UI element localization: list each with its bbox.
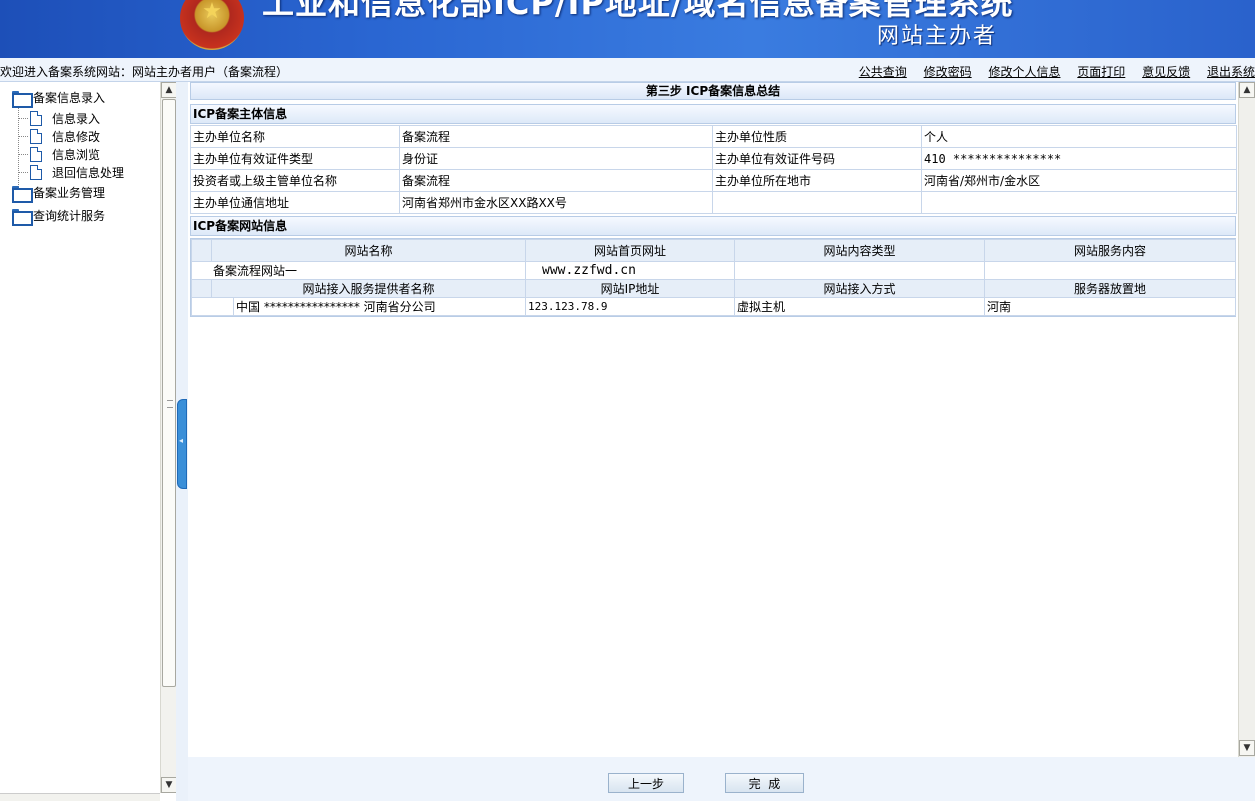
field-value: 身份证 xyxy=(399,147,713,170)
column-header: 网站首页网址 xyxy=(525,239,736,262)
field-value: 410 *************** xyxy=(921,147,1237,170)
field-value: 备案流程 xyxy=(399,125,713,148)
collapse-panel-handle[interactable] xyxy=(177,399,187,489)
emblem-star-icon: ★ xyxy=(202,0,222,24)
logout-link[interactable]: 退出系统 xyxy=(1207,65,1255,79)
document-icon xyxy=(30,129,42,144)
top-bar: 欢迎进入备案系统网站：网站主办者用户（备案流程） 公共查询 修改密码 修改个人信… xyxy=(0,58,1255,82)
server-location: 河南 xyxy=(984,297,1237,316)
column-header: 网站内容类型 xyxy=(734,239,986,262)
scroll-up-icon[interactable]: ▲ xyxy=(161,82,177,98)
tree-node-info-entry-root[interactable]: 备案信息录入 xyxy=(12,89,105,108)
tree-item-info-entry[interactable]: 信息录入 xyxy=(30,110,100,127)
access-method: 虚拟主机 xyxy=(734,297,986,316)
document-icon xyxy=(30,147,42,162)
tree-item-returned-info[interactable]: 退回信息处理 xyxy=(30,164,124,181)
nav-tree: 备案信息录入 信息录入 信息修改 信息浏览 退回信息处理 备案业务管理 查询统计… xyxy=(0,82,160,793)
folder-icon xyxy=(12,209,33,226)
table-row: 中国 **************** 河南省分公司 123.123.78.9 … xyxy=(191,297,1237,316)
section-website-info: ICP备案网站信息 xyxy=(190,216,1236,236)
column-header: 网站IP地址 xyxy=(525,279,736,298)
field-label xyxy=(712,191,922,214)
document-icon xyxy=(30,165,42,180)
edit-profile-link[interactable]: 修改个人信息 xyxy=(988,65,1060,79)
tree-item-info-modify[interactable]: 信息修改 xyxy=(30,128,100,145)
feedback-link[interactable]: 意见反馈 xyxy=(1142,65,1190,79)
main-area: 第三步 ICP备案信息总结 ICP备案主体信息 主办单位名称 备案流程 主办单位… xyxy=(188,82,1255,801)
tree-item-info-browse[interactable]: 信息浏览 xyxy=(30,146,100,163)
website-content-type xyxy=(734,261,986,280)
nav-vertical-scrollbar[interactable]: ▲ ▼ xyxy=(160,82,177,793)
table-row: 备案流程网站一 www.zzfwd.cn xyxy=(190,261,1237,280)
field-value: 河南省/郑州市/金水区 xyxy=(921,169,1237,192)
print-page-link[interactable]: 页面打印 xyxy=(1077,65,1125,79)
table-header-row: 网站名称 网站首页网址 网站内容类型 网站服务内容 xyxy=(191,239,1237,262)
content-vertical-scrollbar[interactable]: ▲ ▼ xyxy=(1238,82,1255,757)
field-value: 个人 xyxy=(921,125,1237,148)
header-banner: ★ 工业和信息化部ICP/IP地址/域名信息备案管理系统 网站主办者 xyxy=(0,0,1255,58)
website-service-content xyxy=(984,261,1237,280)
website-url: www.zzfwd.cn xyxy=(525,261,736,280)
welcome-text: 欢迎进入备案系统网站：网站主办者用户（备案流程） xyxy=(0,65,289,79)
column-header: 网站名称 xyxy=(210,239,527,262)
step-title: 第三步 ICP备案信息总结 xyxy=(190,82,1236,100)
table-row: 主办单位有效证件类型 身份证 主办单位有效证件号码 410 **********… xyxy=(190,147,1237,170)
field-value xyxy=(921,191,1237,214)
table-row: 主办单位通信地址 河南省郑州市金水区XX路XX号 xyxy=(190,191,1237,214)
tree-node-business-mgmt[interactable]: 备案业务管理 xyxy=(12,184,105,203)
finish-button[interactable]: 完 成 xyxy=(725,773,804,793)
scroll-down-icon[interactable]: ▼ xyxy=(161,777,177,793)
field-label: 投资者或上级主管单位名称 xyxy=(190,169,400,192)
field-label: 主办单位所在地市 xyxy=(712,169,922,192)
website-name: 备案流程网站一 xyxy=(190,261,527,280)
scrollbar-thumb[interactable] xyxy=(162,99,176,687)
role-subtitle: 网站主办者 xyxy=(877,24,998,49)
column-header: 网站服务内容 xyxy=(984,239,1237,262)
table-header-row: 网站接入服务提供者名称 网站IP地址 网站接入方式 服务器放置地 xyxy=(191,279,1237,298)
top-links: 公共查询 修改密码 修改个人信息 页面打印 意见反馈 退出系统 xyxy=(846,63,1255,80)
table-row: 投资者或上级主管单位名称 备案流程 主办单位所在地市 河南省/郑州市/金水区 xyxy=(190,169,1237,192)
panel-splitter xyxy=(176,82,188,801)
column-header: 服务器放置地 xyxy=(984,279,1237,298)
scroll-down-icon[interactable]: ▼ xyxy=(1239,740,1255,756)
tree-node-query-stats[interactable]: 查询统计服务 xyxy=(12,207,105,226)
field-value: 备案流程 xyxy=(399,169,713,192)
scroll-up-icon[interactable]: ▲ xyxy=(1239,82,1255,98)
previous-step-button[interactable]: 上一步 xyxy=(608,773,684,793)
field-label: 主办单位名称 xyxy=(190,125,400,148)
website-info-box: 网站名称 网站首页网址 网站内容类型 网站服务内容 备案流程网站一 www.zz… xyxy=(190,238,1237,317)
nav-horizontal-scrollbar[interactable] xyxy=(0,793,160,801)
folder-icon xyxy=(12,91,33,108)
website-ip: 123.123.78.9 xyxy=(525,297,736,316)
column-header: 网站接入服务提供者名称 xyxy=(210,279,527,298)
field-label: 主办单位有效证件号码 xyxy=(712,147,922,170)
change-password-link[interactable]: 修改密码 xyxy=(924,65,972,79)
content-frame: 第三步 ICP备案信息总结 ICP备案主体信息 主办单位名称 备案流程 主办单位… xyxy=(188,82,1238,757)
section-subject-info: ICP备案主体信息 xyxy=(190,104,1236,124)
field-value: 河南省郑州市金水区XX路XX号 xyxy=(399,191,713,214)
folder-icon xyxy=(12,186,33,203)
document-icon xyxy=(30,111,42,126)
public-query-link[interactable]: 公共查询 xyxy=(859,65,907,79)
field-label: 主办单位有效证件类型 xyxy=(190,147,400,170)
subject-info-table: 主办单位名称 备案流程 主办单位性质 个人 主办单位有效证件类型 身份证 主办单… xyxy=(190,125,1237,214)
column-header: 网站接入方式 xyxy=(734,279,986,298)
website-info-table: 网站名称 网站首页网址 网站内容类型 网站服务内容 备案流程网站一 www.zz… xyxy=(190,239,1237,316)
access-provider-name: 中国 **************** 河南省分公司 xyxy=(232,297,527,316)
table-row: 主办单位名称 备案流程 主办单位性质 个人 xyxy=(190,125,1237,148)
field-label: 主办单位通信地址 xyxy=(190,191,400,214)
field-label: 主办单位性质 xyxy=(712,125,922,148)
